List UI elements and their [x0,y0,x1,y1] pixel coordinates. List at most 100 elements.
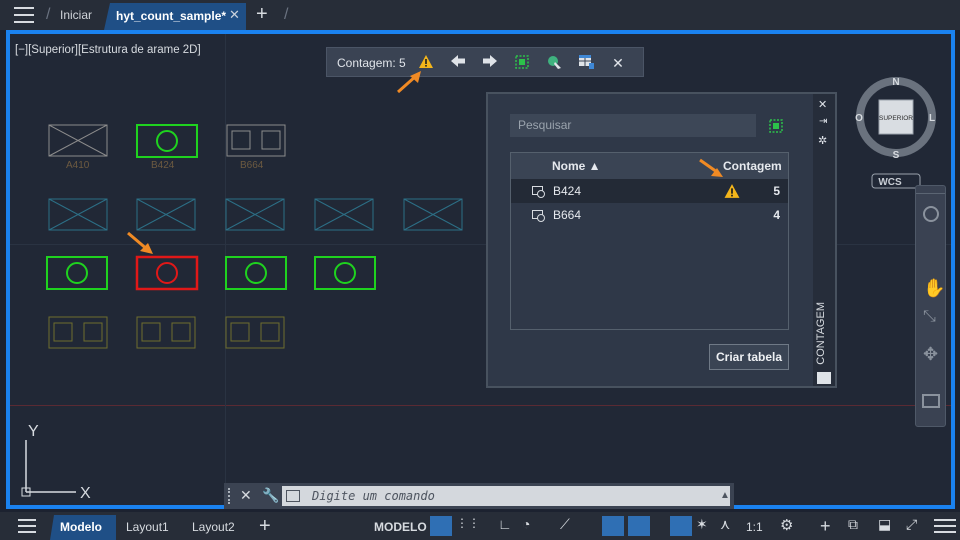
navigation-bar: ✋ ⤡ ✥ [915,185,946,427]
tab-iniciar[interactable]: Iniciar [60,8,92,22]
table-header: Nome ▲ Contagem [511,153,788,179]
wcs-menu[interactable]: WCS [878,177,902,188]
insert-table-icon[interactable] [577,54,595,72]
next-arrow-icon[interactable] [481,54,499,72]
count-table: Nome ▲ Contagem B424 5 B664 4 [510,152,789,330]
viewcube[interactable]: N S L O SUPERIOR WCS [850,45,942,195]
compass-east[interactable]: L [929,113,935,124]
block-b424-selected[interactable] [136,124,198,158]
tab-bar: / Iniciar hyt_count_sample* ✕ + / [0,0,960,30]
block-row-olive[interactable] [48,316,285,349]
new-tab-icon[interactable]: + [256,3,268,26]
add-layout-icon[interactable]: + [259,515,271,538]
row-count: 4 [773,208,780,222]
customization-menu-icon[interactable] [934,516,956,536]
drawing-viewport[interactable]: [−][Superior][Estrutura de arame 2D] A41… [6,30,955,509]
tab-layout2[interactable]: Layout2 [192,520,235,534]
annotation-monitor-icon[interactable]: + [820,516,842,536]
close-command-icon[interactable]: ✕ [240,487,252,504]
isodraft-icon[interactable]: ⟋ [560,516,582,536]
annotation-visibility-icon[interactable] [670,516,692,536]
model-space-button[interactable]: MODELO [374,520,427,534]
create-table-button[interactable]: Criar tabela [709,344,789,370]
orbit-icon[interactable]: ✥ [923,344,938,365]
command-history-icon[interactable]: ▲ [720,490,730,501]
count-palette: ✕ ⇥ ✲ CONTAGEM Pesquisar Nome ▲ Contagem… [486,92,837,388]
close-toolbar-icon[interactable]: ✕ [609,54,627,72]
command-grip[interactable] [228,488,232,504]
compass-south[interactable]: S [893,150,900,161]
zoom-icon[interactable]: ⤡ [923,308,936,326]
palette-side-strip: ✕ ⇥ ✲ CONTAGEM [813,94,835,386]
workspace-gear-icon[interactable]: ⚙ [780,516,802,536]
status-bar: Modelo Layout1 Layout2 + MODELO ⋮⋮ ∟ ◔ ⟋… [0,512,960,540]
zoom-object-icon[interactable] [545,54,563,72]
compass-north[interactable]: N [892,77,899,88]
command-input[interactable]: Digite um comando [282,486,730,506]
close-palette-icon[interactable]: ✕ [818,98,827,111]
table-row[interactable]: B664 4 [511,203,788,227]
navbar-grip[interactable] [916,186,945,194]
close-tab-icon[interactable]: ✕ [229,7,240,23]
clean-screen-icon[interactable]: ⤢ [906,516,928,536]
ortho-icon[interactable]: ∟ [498,516,520,536]
view-controls-label[interactable]: [−][Superior][Estrutura de arame 2D] [15,44,201,56]
object-snap-tracking-icon[interactable] [602,516,624,536]
isolate-objects-icon[interactable]: ⬓ [878,516,900,536]
snap-toggle-icon[interactable]: ⋮⋮ [456,516,480,536]
ucs-icon: Y X [21,423,91,502]
tab-layout1[interactable]: Layout1 [126,520,169,534]
viewcube-face-label: SUPERIOR [879,115,913,122]
autocad-window: / Iniciar hyt_count_sample* ✕ + / [−][Su… [0,0,960,540]
search-input[interactable]: Pesquisar [510,114,756,137]
units-icon[interactable]: ⧉ [848,516,870,536]
annotation-scale-value[interactable]: 1:1 [746,520,763,534]
block-label-b664: B664 [240,160,264,171]
count-toolbar: Contagem: 5 ✕ [326,47,644,77]
table-row[interactable]: B424 5 [511,179,788,203]
tab-divider: / [284,6,289,23]
block-b664[interactable] [226,124,286,157]
properties-icon[interactable]: ✲ [818,134,827,147]
object-snap-icon[interactable] [628,516,650,536]
drawing-blocks: A410 B424 B664 [46,124,463,349]
auto-scale-icon[interactable]: ✶ [696,516,718,536]
hamburger-menu-icon[interactable] [14,7,34,23]
callout-arrow-icon [699,158,723,177]
palette-table-icon[interactable] [817,372,831,384]
layout-menu-icon[interactable] [18,519,36,535]
callout-arrow-icon [397,71,421,94]
ucs-x-label: X [80,485,91,502]
block-label-b424: B424 [151,160,175,171]
customize-wrench-icon[interactable]: 🔧 [262,487,279,504]
recent-commands-icon[interactable] [286,490,300,502]
polar-tracking-icon[interactable]: ◔ [522,516,544,536]
callout-arrow-icon [127,231,153,254]
tab-file-active[interactable]: hyt_count_sample* ✕ [104,3,246,30]
block-row-circles[interactable] [46,255,376,291]
palette-title: CONTAGEM [815,302,827,365]
command-line: ✕ 🔧 Digite um comando ▲ [224,483,734,509]
ucs-y-label: Y [28,423,39,440]
steering-wheel-icon[interactable] [923,206,939,222]
autohide-icon[interactable]: ⇥ [819,116,827,127]
tab-divider: / [46,6,51,23]
pan-hand-icon[interactable]: ✋ [923,278,945,299]
showmotion-icon[interactable] [922,394,940,408]
tab-file-title: hyt_count_sample* [116,9,227,23]
grid-toggle-icon[interactable] [430,516,452,536]
annotation-scale-icon[interactable]: ⋏ [720,516,742,536]
select-area-icon[interactable] [513,54,531,72]
block-label-a410: A410 [66,160,90,171]
row-name: B664 [553,208,582,222]
row-count: 5 [773,184,780,198]
block-a410[interactable] [48,124,108,157]
tab-modelo[interactable]: Modelo [50,515,116,540]
block-icon [532,186,545,198]
previous-arrow-icon[interactable] [449,54,467,72]
compass-west[interactable]: O [855,113,863,124]
column-name-header[interactable]: Nome ▲ [552,159,601,173]
select-area-icon[interactable] [768,118,784,134]
block-row-teal[interactable] [48,198,463,231]
row-name: B424 [553,184,582,198]
